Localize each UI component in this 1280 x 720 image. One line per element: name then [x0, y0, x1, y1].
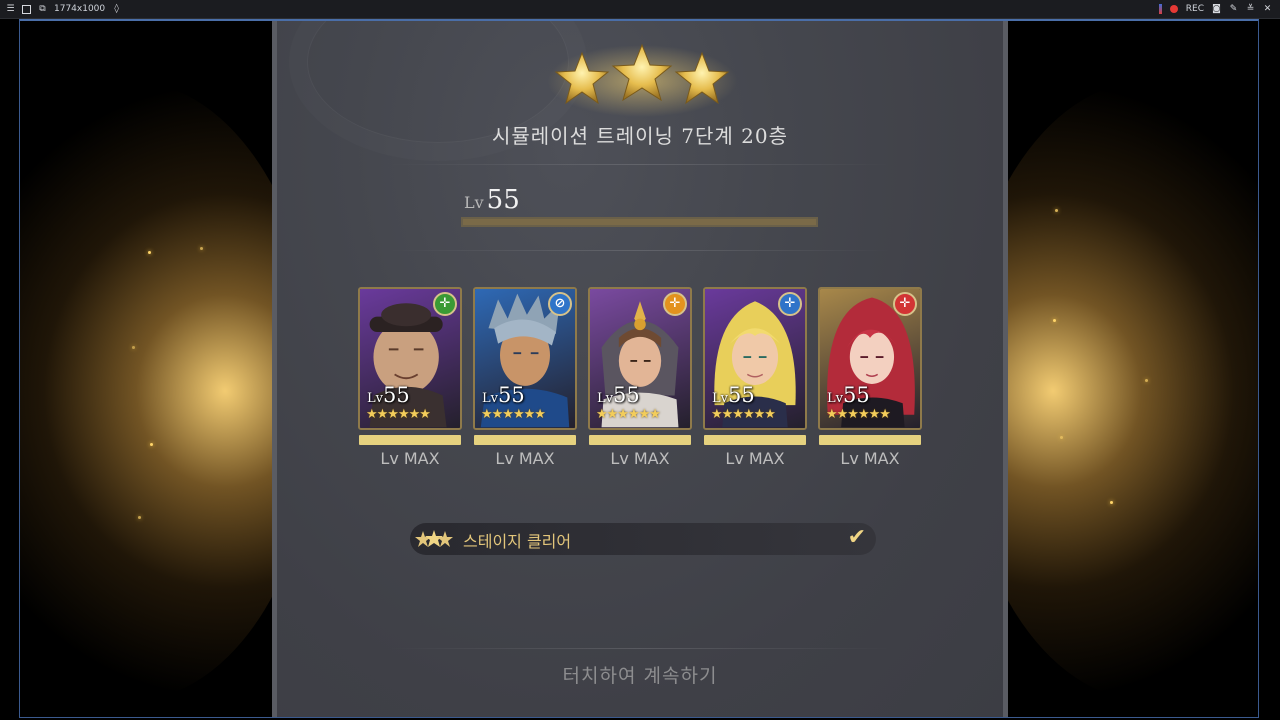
hero-max-label: Lv MAX — [840, 449, 900, 468]
objective-label: 스테이지 클리어 — [463, 532, 572, 551]
hero-stars-icon: ★★★★★★ — [366, 407, 431, 422]
hero-card[interactable]: ✛ Lv55 ★★★★★★ — [358, 287, 462, 430]
checkmark-icon: ✔ — [847, 525, 866, 550]
account-level-value: 55 — [486, 185, 520, 215]
hero-level: Lv55 — [827, 383, 870, 407]
hero-stars-icon: ★★★★★★ — [711, 407, 776, 422]
account-exp-bar — [461, 217, 818, 227]
account-exp-fill — [463, 219, 816, 225]
divider-top — [387, 164, 893, 165]
hero-max-label: Lv MAX — [495, 449, 555, 468]
class-badge-icon: ⊘ — [548, 292, 572, 316]
camera-icon[interactable]: ◙ — [1212, 4, 1221, 14]
rec-label[interactable]: REC — [1186, 4, 1204, 14]
objective-stars-icon — [415, 530, 453, 547]
stage-clear-objective: 스테이지 클리어 ✔ — [410, 523, 876, 555]
hero-level: Lv55 — [367, 383, 410, 407]
hero-exp-bar — [474, 435, 576, 445]
hero-max-label: Lv MAX — [725, 449, 785, 468]
hero-card[interactable]: ✛ Lv55 ★★★★★★ — [818, 287, 922, 430]
hero-card[interactable]: ✛ Lv55 ★★★★★★ — [588, 287, 692, 430]
divider-middle — [387, 250, 893, 251]
stage-title: 시뮬레이션 트레이닝 7단계 20층 — [491, 124, 789, 148]
record-dot-icon[interactable] — [1169, 5, 1178, 13]
hero-exp-bar — [589, 435, 691, 445]
class-badge-icon: ✛ — [893, 292, 917, 316]
window-icon[interactable] — [22, 4, 31, 14]
hero-list: ✛ Lv55 ★★★★★★ Lv MAX ⊘ Lv55 ★★★★★★ Lv MA… — [358, 287, 928, 477]
result-panel[interactable]: 시뮬레이션 트레이닝 7단계 20층 Lv 55 ✛ Lv55 ★★★★★★ L… — [272, 21, 1008, 717]
hero-stars-icon: ★★★★★★ — [826, 407, 891, 422]
hero-level: Lv55 — [712, 383, 755, 407]
class-badge-icon: ✛ — [433, 292, 457, 316]
hero-max-label: Lv MAX — [610, 449, 670, 468]
resize-icon[interactable]: ⧉ — [38, 4, 47, 14]
menu-icon[interactable]: ☰ — [6, 4, 15, 14]
pen-icon[interactable]: ✎ — [1229, 4, 1238, 14]
divider-bottom — [387, 648, 893, 649]
stage-rating-stars-icon — [547, 43, 737, 117]
hero-level: Lv55 — [597, 383, 640, 407]
class-badge-icon: ✛ — [663, 292, 687, 316]
color-indicator — [1158, 4, 1162, 14]
account-level: Lv 55 — [464, 185, 520, 215]
hero-max-label: Lv MAX — [380, 449, 440, 468]
game-window[interactable]: 시뮬레이션 트레이닝 7단계 20층 Lv 55 ✛ Lv55 ★★★★★★ L… — [19, 19, 1259, 718]
hero-card[interactable]: ✛ Lv55 ★★★★★★ — [703, 287, 807, 430]
hero-exp-bar — [704, 435, 806, 445]
hero-level: Lv55 — [482, 383, 525, 407]
droplet-icon[interactable]: ◊ — [112, 4, 121, 14]
touch-to-continue[interactable]: 터치하여 계속하기 — [277, 661, 1003, 688]
collapse-icon[interactable]: ≚ — [1246, 4, 1255, 14]
account-level-prefix: Lv — [464, 193, 484, 212]
hero-exp-bar — [819, 435, 921, 445]
recorder-toolbar: ☰ ⧉ 1774x1000 ◊ REC ◙ ✎ ≚ ✕ — [0, 0, 1280, 19]
close-icon[interactable]: ✕ — [1263, 4, 1272, 14]
resolution-label: 1774x1000 — [54, 4, 106, 14]
class-badge-icon: ✛ — [778, 292, 802, 316]
hero-stars-icon: ★★★★★★ — [596, 407, 661, 422]
hero-exp-bar — [359, 435, 461, 445]
hero-stars-icon: ★★★★★★ — [481, 407, 546, 422]
hero-card[interactable]: ⊘ Lv55 ★★★★★★ — [473, 287, 577, 430]
